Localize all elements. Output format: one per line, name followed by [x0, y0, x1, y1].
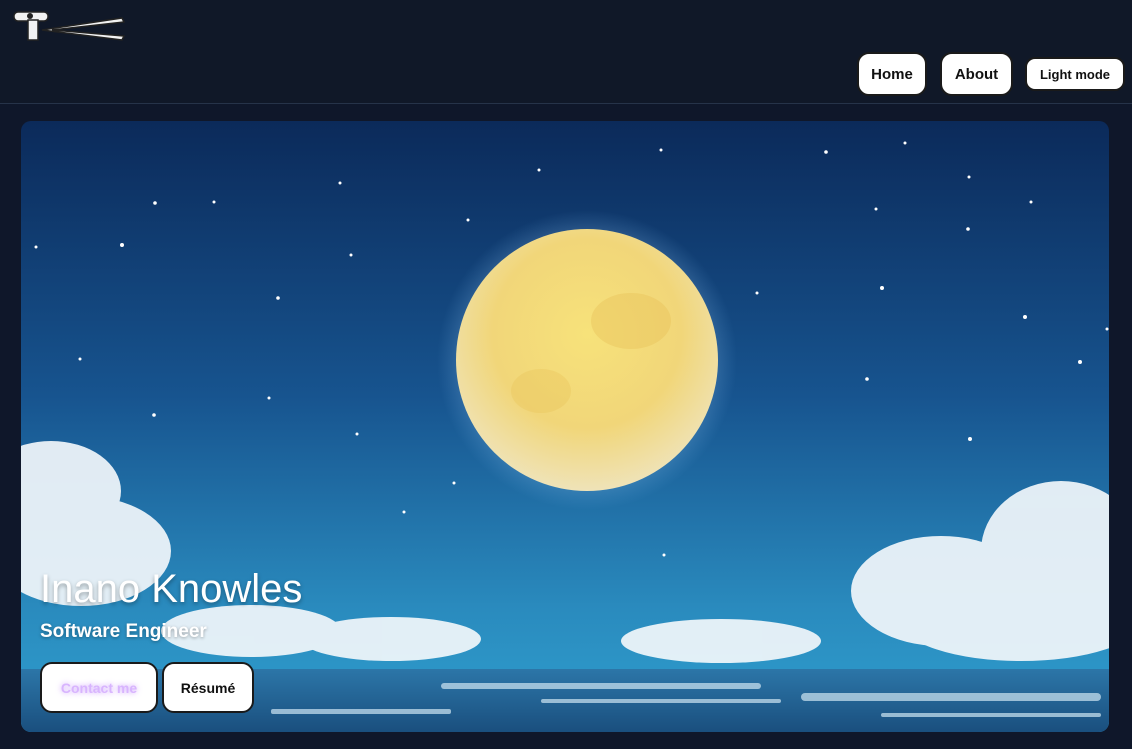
light-mode-toggle-button[interactable]: Light mode: [1025, 57, 1125, 91]
nav-about-button[interactable]: About: [940, 52, 1013, 96]
hero-role-subtitle: Software Engineer: [40, 621, 207, 642]
hero-banner: Inano Knowles Software Engineer Contact …: [21, 121, 1109, 732]
moon-image: [456, 229, 718, 491]
nav-home-button[interactable]: Home: [857, 52, 927, 96]
site-header: Home About Light mode: [0, 0, 1132, 104]
initials-logo-icon[interactable]: [12, 8, 130, 44]
resume-button[interactable]: Résumé: [162, 662, 254, 713]
hero-name-heading: Inano Knowles: [40, 567, 303, 611]
contact-me-button[interactable]: Contact me: [40, 662, 158, 713]
